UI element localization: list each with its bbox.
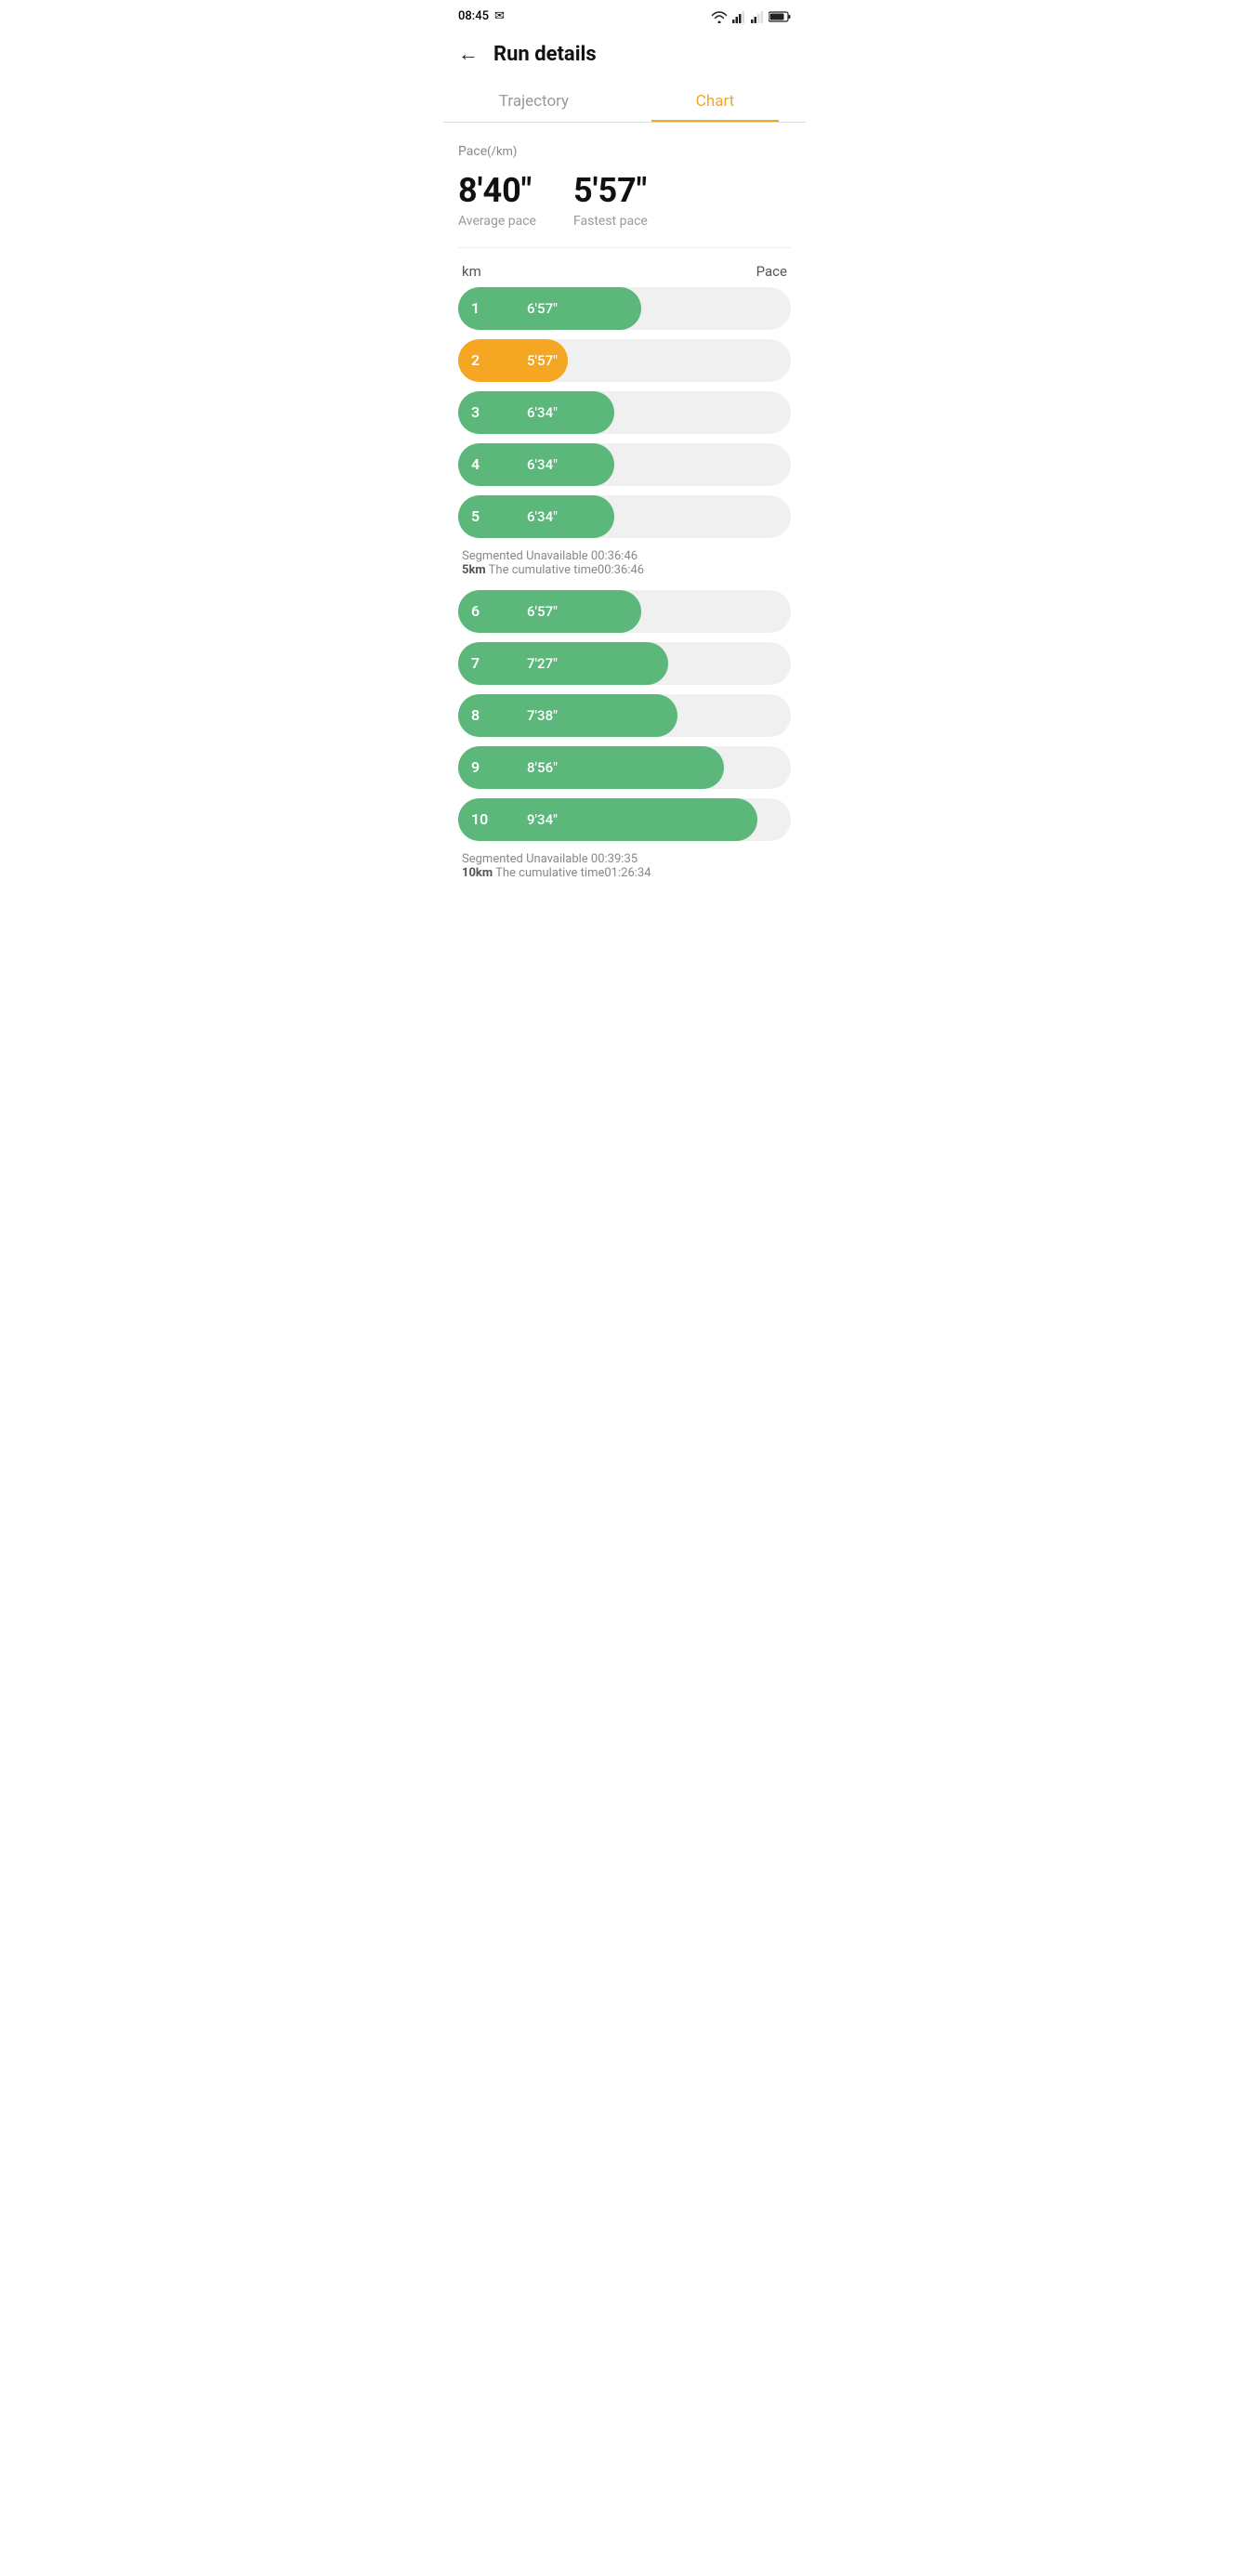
segment-pace-1: 6'57" <box>527 300 558 317</box>
col-km: km <box>462 263 481 280</box>
segment-bar-6: 6 6'57" <box>458 590 641 633</box>
segments-group-2: 6 6'57" 7 7'27" 8 7'38" 9 8'56" 10 <box>458 590 791 841</box>
segment-bar-5: 5 6'34" <box>458 495 614 538</box>
status-bar: 08:45 ✉ <box>443 0 806 29</box>
back-button[interactable]: ← <box>458 42 479 66</box>
milestone-2-km: 10km <box>462 866 493 880</box>
page-header: ← Run details <box>443 29 806 79</box>
segment-km-7: 7 <box>471 654 490 672</box>
tab-chart[interactable]: Chart <box>624 79 806 122</box>
segment-pace-9: 8'56" <box>527 759 558 776</box>
average-pace-value: 8'40" <box>458 173 536 210</box>
col-pace: Pace <box>756 263 787 280</box>
table-row: 5 6'34" <box>458 495 791 538</box>
average-pace-label: Average pace <box>458 214 536 229</box>
fastest-pace-item: 5'57" Fastest pace <box>573 173 648 229</box>
segments-group-1: 1 6'57" 2 5'57" 3 6'34" 4 6'34" 5 <box>458 287 791 538</box>
segment-bar-9: 9 8'56" <box>458 746 724 789</box>
tab-trajectory[interactable]: Trajectory <box>443 79 624 122</box>
segment-pace-3: 6'34" <box>527 404 558 421</box>
average-pace-item: 8'40" Average pace <box>458 173 536 229</box>
fastest-pace-value: 5'57" <box>573 173 648 210</box>
milestone-1-unavailable: Segmented Unavailable 00:36:46 <box>462 549 787 563</box>
segment-km-5: 5 <box>471 507 490 525</box>
milestone-2-time: 01:26:34 <box>604 866 651 880</box>
battery-icon <box>769 10 791 23</box>
time-display: 08:45 <box>458 9 489 23</box>
table-row: 4 6'34" <box>458 443 791 486</box>
segment-pace-10: 9'34" <box>527 811 558 828</box>
segment-bar-3: 3 6'34" <box>458 391 614 434</box>
milestone-1-time: 00:36:46 <box>598 563 644 577</box>
signal-icon-2 <box>750 10 765 23</box>
divider-1 <box>458 247 791 248</box>
segment-km-9: 9 <box>471 758 490 776</box>
pace-section: Pace(/km) 8'40" Average pace 5'57" Faste… <box>458 141 791 229</box>
tabs-container: Trajectory Chart <box>443 79 806 123</box>
segment-bar-10: 10 9'34" <box>458 798 757 841</box>
segment-pace-8: 7'38" <box>527 707 558 724</box>
segment-pace-4: 6'34" <box>527 456 558 473</box>
table-row: 2 5'57" <box>458 339 791 382</box>
segment-bar-2: 2 5'57" <box>458 339 568 382</box>
wifi-icon <box>711 10 728 23</box>
signal-icon-1 <box>731 10 746 23</box>
milestone-2-summary: 10km The cumulative time01:26:34 <box>462 866 787 880</box>
table-row: 1 6'57" <box>458 287 791 330</box>
milestone-1-summary: 5km The cumulative time00:36:46 <box>462 563 787 577</box>
email-icon: ✉ <box>494 9 505 23</box>
table-row: 10 9'34" <box>458 798 791 841</box>
milestone-2-info: Segmented Unavailable 00:39:35 10km The … <box>462 852 787 880</box>
segment-bar-4: 4 6'34" <box>458 443 614 486</box>
status-right <box>711 10 791 23</box>
segment-pace-6: 6'57" <box>527 603 558 620</box>
milestone-1-info: Segmented Unavailable 00:36:46 5km The c… <box>462 549 787 577</box>
page-title: Run details <box>493 43 597 66</box>
main-content: Pace(/km) 8'40" Average pace 5'57" Faste… <box>443 123 806 904</box>
segment-bar-1: 1 6'57" <box>458 287 641 330</box>
milestone-1-km: 5km <box>462 563 486 577</box>
segment-pace-7: 7'27" <box>527 655 558 672</box>
segment-km-8: 8 <box>471 706 490 724</box>
segment-pace-5: 6'34" <box>527 508 558 525</box>
pace-values: 8'40" Average pace 5'57" Fastest pace <box>458 173 791 229</box>
segment-km-2: 2 <box>471 351 490 369</box>
table-row: 7 7'27" <box>458 642 791 685</box>
segment-km-4: 4 <box>471 455 490 473</box>
table-header: km Pace <box>458 263 791 287</box>
segment-km-3: 3 <box>471 403 490 421</box>
table-row: 9 8'56" <box>458 746 791 789</box>
segment-pace-2: 5'57" <box>527 352 558 369</box>
segment-km-10: 10 <box>471 810 490 828</box>
segment-bar-8: 8 7'38" <box>458 694 677 737</box>
table-row: 8 7'38" <box>458 694 791 737</box>
fastest-pace-label: Fastest pace <box>573 214 648 229</box>
segment-km-6: 6 <box>471 602 490 620</box>
table-row: 6 6'57" <box>458 590 791 633</box>
pace-title: Pace(/km) <box>458 141 791 160</box>
milestone-2-unavailable: Segmented Unavailable 00:39:35 <box>462 852 787 866</box>
status-left: 08:45 ✉ <box>458 9 505 23</box>
milestone-1-label: The cumulative time <box>489 563 598 577</box>
milestone-2-label: The cumulative time <box>495 866 604 880</box>
segment-km-1: 1 <box>471 299 490 317</box>
segment-bar-7: 7 7'27" <box>458 642 668 685</box>
table-row: 3 6'34" <box>458 391 791 434</box>
